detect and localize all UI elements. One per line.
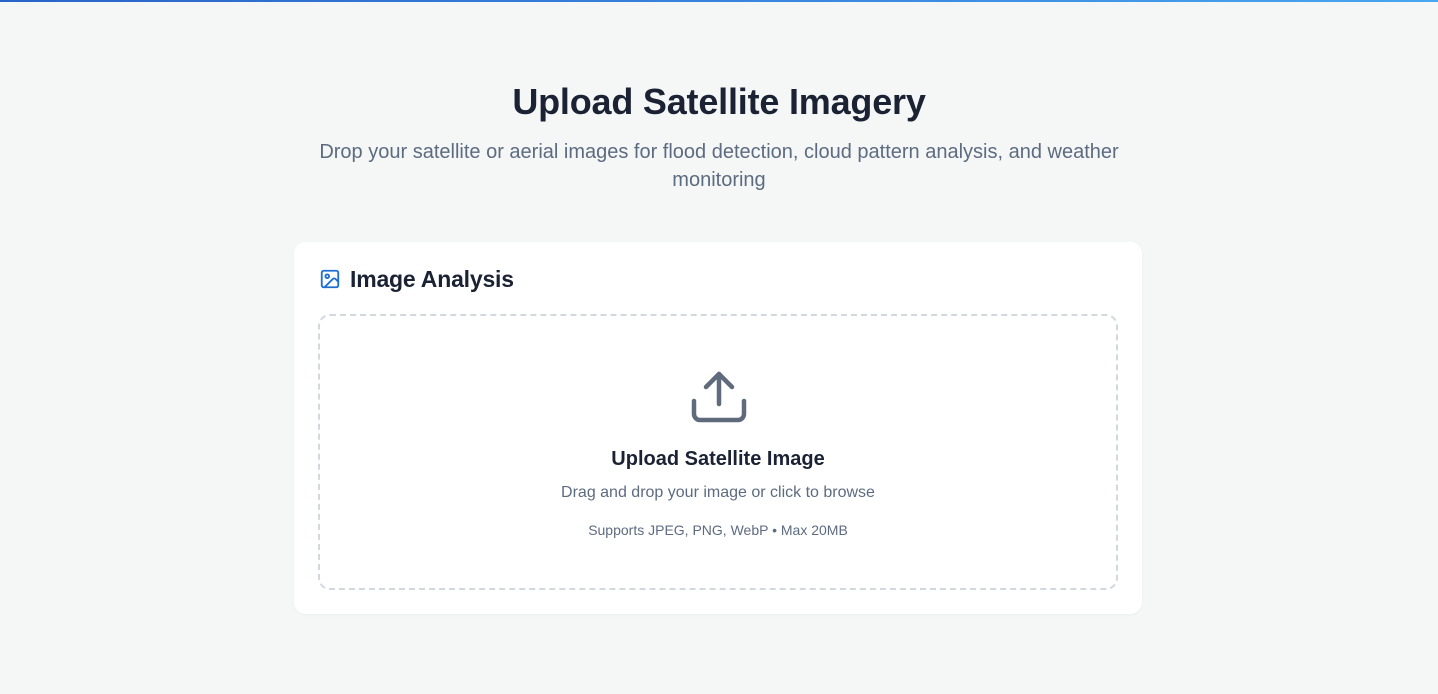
page-subtitle: Drop your satellite or aerial images for… [319,141,1119,191]
image-icon [319,268,341,290]
dropzone-file-note: Supports JPEG, PNG, WebP • Max 20MB [588,522,848,538]
upload-dropzone[interactable]: Upload Satellite Image Drag and drop you… [318,314,1118,590]
upload-icon [690,368,748,426]
card-header: Image Analysis [319,265,514,293]
top-progress-bar [0,0,1438,2]
dropzone-description: Drag and drop your image or click to bro… [561,484,875,501]
page-header: Upload Satellite Imagery Drop your satel… [0,80,1438,194]
page-title: Upload Satellite Imagery [512,81,926,122]
card-title: Image Analysis [350,266,514,292]
dropzone-title: Upload Satellite Image [611,448,825,470]
image-analysis-card: Image Analysis Upload Satellite Image Dr… [294,242,1142,614]
